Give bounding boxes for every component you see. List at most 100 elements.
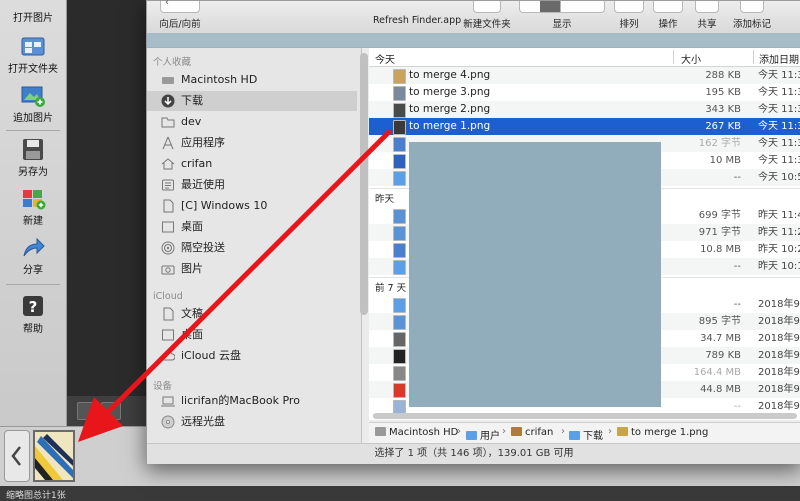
action-button[interactable]: 操作 xyxy=(652,1,684,30)
path-segment[interactable]: to merge 1.png xyxy=(617,427,708,438)
hard-drive-icon xyxy=(161,73,175,87)
file-date-added: 昨天 10:1 xyxy=(758,261,800,272)
file-size: -- xyxy=(733,261,741,272)
file-date-added: 今天 11:3 xyxy=(758,87,800,98)
save-as-button[interactable]: 另存为 xyxy=(0,138,66,178)
file-icon xyxy=(393,260,406,275)
column-size[interactable]: 大小 xyxy=(681,51,701,66)
view-mode-icons[interactable] xyxy=(519,1,605,13)
path-segment[interactable]: crifan xyxy=(511,427,553,438)
sidebar-label: 应用程序 xyxy=(181,136,225,149)
tb-label: 另存为 xyxy=(18,167,48,178)
file-icon xyxy=(393,226,406,241)
sidebar-label: licrifan的MacBook Pro xyxy=(181,394,300,407)
ft-label: 显示 xyxy=(552,19,572,30)
open-image-button[interactable]: 打开图片 xyxy=(0,0,66,24)
icloud-header: iCloud xyxy=(153,291,183,302)
sidebar-scrollbar[interactable] xyxy=(360,53,368,315)
column-name[interactable]: 今天 xyxy=(375,51,395,66)
sidebar-item-recents[interactable]: 最近使用 xyxy=(147,175,357,195)
open-folder-icon xyxy=(21,37,45,56)
recents-icon xyxy=(161,178,175,192)
share-button[interactable]: 共享 xyxy=(693,1,721,30)
laptop-icon xyxy=(161,394,175,408)
file-date-added: 今天 11:3 xyxy=(758,70,800,81)
sidebar-item-windows[interactable]: [C] Windows 10 xyxy=(147,196,357,216)
sidebar-item-airdrop[interactable]: 隔空投送 xyxy=(147,238,357,258)
path-bar: Macintosh HD › 用户 › crifan › 下载 › to mer… xyxy=(369,422,800,444)
sidebar-item-pictures[interactable]: 图片 xyxy=(147,259,357,279)
sidebar-item-icloud-desktop[interactable]: 桌面 xyxy=(147,325,357,345)
document-icon xyxy=(161,307,175,321)
new-folder-button[interactable]: 新建文件夹 xyxy=(459,1,515,30)
ft-label: 向后/向前 xyxy=(159,19,201,30)
divider xyxy=(6,130,60,131)
arrange-icon xyxy=(614,1,644,13)
chevron-left-icon[interactable] xyxy=(4,430,30,482)
file-row[interactable]: to merge 2.png 343 KB 今天 11:3 xyxy=(369,101,800,118)
sidebar-label: 文稿 xyxy=(181,307,203,320)
sidebar-item-crifan[interactable]: crifan xyxy=(147,154,357,174)
file-icon xyxy=(393,298,406,313)
tb-label: 帮助 xyxy=(23,324,43,335)
group-header: 昨天 xyxy=(375,194,395,205)
share-button[interactable]: 分享 xyxy=(0,236,66,276)
path-segment[interactable]: 用户 xyxy=(466,427,500,442)
new-folder-icon xyxy=(473,1,501,13)
refresh-finder-button[interactable]: Refresh Finder.app xyxy=(373,1,461,26)
sidebar-item-icloud-documents[interactable]: 文稿 xyxy=(147,304,357,324)
file-date-added: 2018年9 xyxy=(758,367,800,378)
sidebar-item-remote-disc[interactable]: 远程光盘 xyxy=(147,412,357,432)
share-icon xyxy=(23,237,45,257)
column-date-added[interactable]: 添加日期 xyxy=(759,51,799,66)
add-tags-button[interactable]: 添加标记 xyxy=(729,1,775,30)
sidebar-label: [C] Windows 10 xyxy=(181,199,268,212)
ft-label: 共享 xyxy=(697,19,717,30)
file-name: to merge 4.png xyxy=(409,69,491,81)
file-row[interactable]: to merge 1.png 267 KB 今天 11:3 xyxy=(369,118,800,135)
path-segment[interactable]: 下载 xyxy=(569,427,603,442)
sidebar-item-icloud-drive[interactable]: iCloud 云盘 xyxy=(147,346,357,366)
file-row[interactable]: to merge 3.png 195 KB 今天 11:3 xyxy=(369,84,800,101)
redacted-area xyxy=(409,142,661,407)
chevron-left-icon: ‹ xyxy=(160,0,200,13)
back-forward-button[interactable]: ‹ 向后/向前 xyxy=(155,0,205,30)
sidebar-item-desktop[interactable]: 桌面 xyxy=(147,217,357,237)
sidebar-item-dev[interactable]: dev xyxy=(147,112,357,132)
sidebar-item-macintosh-hd[interactable]: Macintosh HD xyxy=(147,70,357,90)
devices-header: 设备 xyxy=(153,381,173,392)
help-button[interactable]: ? 帮助 xyxy=(0,295,66,335)
image-thumbnail[interactable] xyxy=(33,430,75,482)
sidebar-item-macbook[interactable]: licrifan的MacBook Pro xyxy=(147,391,357,411)
tb-label: 新建 xyxy=(23,216,43,227)
file-size: 34.7 MB xyxy=(700,333,741,344)
sidebar-label: Macintosh HD xyxy=(181,73,258,86)
sidebar-item-downloads[interactable]: 下载 xyxy=(147,91,357,111)
arrange-button[interactable]: 排列 xyxy=(613,1,645,30)
new-button[interactable]: 新建 xyxy=(0,187,66,227)
file-icon xyxy=(393,243,406,258)
zoom-icon[interactable] xyxy=(101,402,121,420)
file-size: 164.4 MB xyxy=(693,367,741,378)
append-image-button[interactable]: 追加图片 xyxy=(0,84,66,124)
sidebar-item-applications[interactable]: 应用程序 xyxy=(147,133,357,153)
file-size: -- xyxy=(733,299,741,310)
file-icon xyxy=(393,171,406,186)
file-icon xyxy=(393,137,406,152)
fit-icon[interactable] xyxy=(77,402,97,420)
finder-sidebar: 个人收藏 Macintosh HD 下载 dev 应用程序 crifan 最近使… xyxy=(147,48,362,443)
file-date-added: 昨天 11:2 xyxy=(758,227,800,238)
view-mode-control[interactable]: 显示 xyxy=(519,1,605,30)
ft-label: 操作 xyxy=(658,19,678,30)
group-header: 前 7 天 xyxy=(375,283,407,294)
list-scrollbar[interactable] xyxy=(373,413,797,419)
camera-icon xyxy=(161,262,175,276)
open-folder-button[interactable]: 打开文件夹 xyxy=(0,35,66,75)
file-icon xyxy=(393,349,406,364)
path-segment[interactable]: Macintosh HD xyxy=(375,427,458,438)
file-row[interactable]: to merge 4.png 288 KB 今天 11:3 xyxy=(369,67,800,84)
tb-label: 追加图片 xyxy=(13,113,53,124)
file-date-added: 2018年9 xyxy=(758,350,800,361)
file-name: to merge 3.png xyxy=(409,86,491,98)
file-size: 44.8 MB xyxy=(700,384,741,395)
